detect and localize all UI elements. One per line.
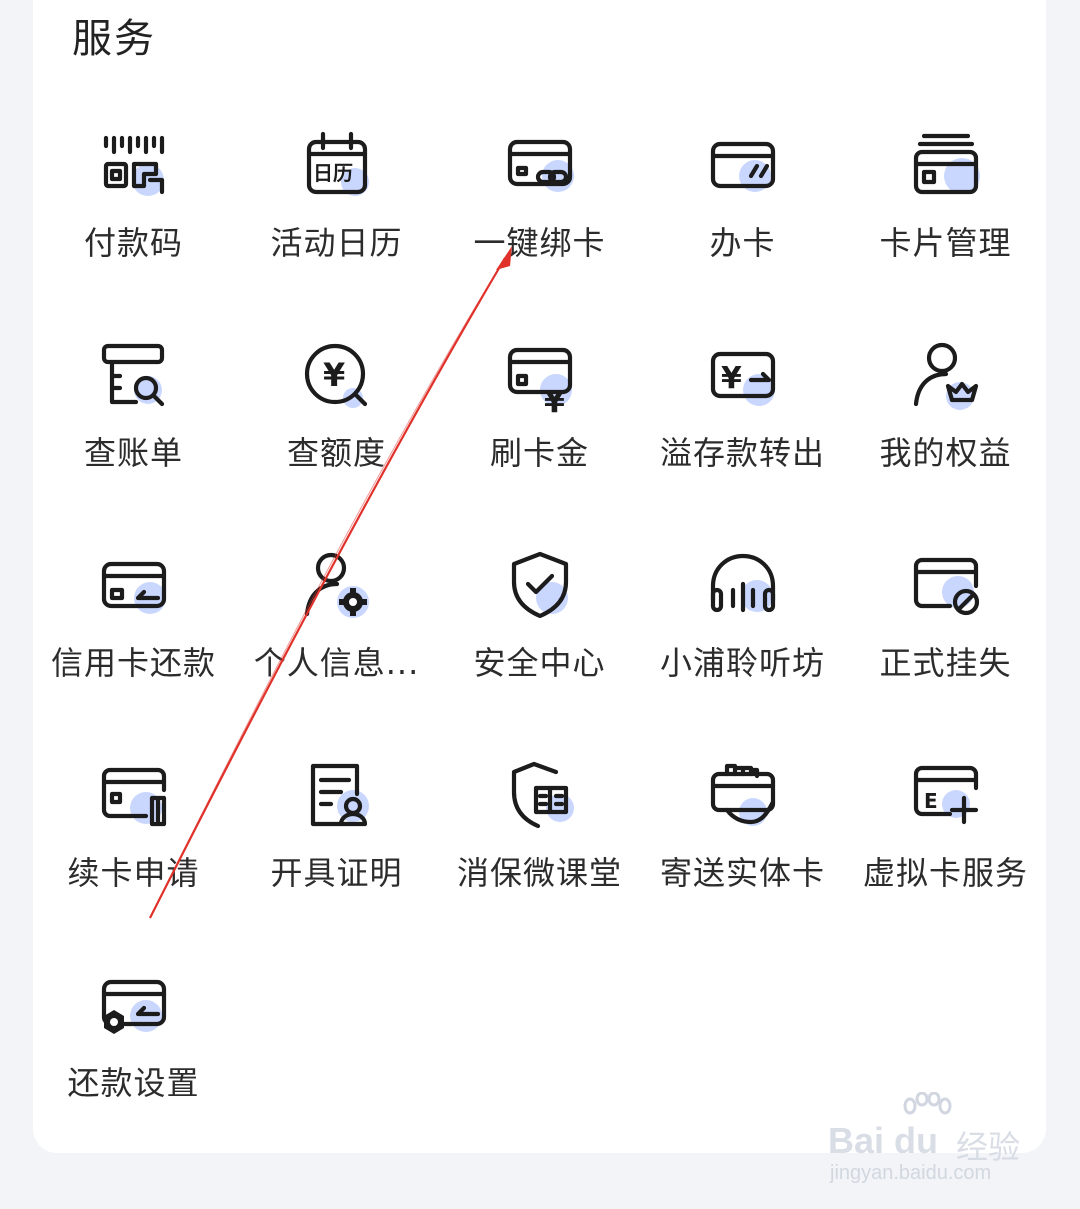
service-item[interactable]: 个人信息... — [235, 550, 438, 730]
service-item[interactable]: 小浦聆听坊 — [641, 550, 844, 730]
bill-search-icon — [98, 340, 170, 412]
service-item-label: 开具证明 — [270, 854, 403, 892]
service-item-label: 还款设置 — [67, 1064, 200, 1102]
service-item[interactable]: 安全中心 — [438, 550, 641, 730]
service-item-label: 寄送实体卡 — [659, 854, 825, 892]
card-renew-icon — [98, 760, 170, 832]
document-user-icon — [301, 760, 373, 832]
service-item[interactable]: E 虚拟卡服务 — [844, 760, 1047, 940]
svg-text:E: E — [924, 789, 938, 813]
user-settings-icon — [301, 550, 373, 622]
service-item[interactable]: 还款设置 — [32, 970, 235, 1150]
service-item-label: 正式挂失 — [879, 644, 1012, 682]
svg-text:¥: ¥ — [544, 385, 565, 420]
service-item-label: 消保微课堂 — [456, 854, 622, 892]
service-item-label: 我的权益 — [879, 434, 1012, 472]
user-crown-icon — [910, 340, 982, 412]
service-item-label: 查额度 — [286, 434, 386, 472]
service-item-label: 续卡申请 — [67, 854, 200, 892]
service-item-label: 办卡 — [709, 224, 776, 262]
card-apply-icon — [707, 130, 779, 202]
service-item[interactable]: 付款码 — [32, 130, 235, 310]
service-item[interactable]: 续卡申请 — [32, 760, 235, 940]
card-yuan-icon: ¥ — [504, 340, 576, 420]
service-item[interactable]: 查账单 — [32, 340, 235, 520]
calendar-icon: 日历 — [301, 130, 373, 202]
card-repay-icon — [98, 550, 170, 622]
section-title: 服务 — [72, 16, 156, 62]
barcode-qr-icon — [98, 130, 170, 202]
service-item[interactable]: 日历活动日历 — [235, 130, 438, 310]
service-item[interactable]: 信用卡还款 — [32, 550, 235, 730]
service-item[interactable]: ¥ 刷卡金 — [438, 340, 641, 520]
yuan-search-icon: ¥ — [301, 340, 373, 412]
service-item-label: 小浦聆听坊 — [659, 644, 825, 682]
card-stack-icon — [910, 130, 982, 202]
service-item[interactable]: 我的权益 — [844, 340, 1047, 520]
service-item[interactable]: 正式挂失 — [844, 550, 1047, 730]
card-link-icon — [504, 130, 576, 202]
svg-text:日历: 日历 — [313, 161, 353, 185]
watermark-url: jingyan.baidu.com — [830, 1162, 992, 1184]
card-repay-settings-icon — [98, 970, 170, 1042]
service-item-label: 查账单 — [83, 434, 183, 472]
service-item-label: 虚拟卡服务 — [862, 854, 1028, 892]
service-item-label: 安全中心 — [473, 644, 606, 682]
card-block-icon — [910, 550, 982, 622]
shield-check-icon — [504, 550, 576, 622]
service-item-label: 一键绑卡 — [473, 224, 606, 262]
virtual-card-add-icon: E — [910, 760, 982, 832]
service-item[interactable]: 卡片管理 — [844, 130, 1047, 310]
service-item[interactable]: 办卡 — [641, 130, 844, 310]
svg-text:¥: ¥ — [323, 356, 345, 394]
service-item[interactable]: ¥ 溢存款转出 — [641, 340, 844, 520]
card-hand-icon — [707, 760, 779, 832]
service-item-label: 刷卡金 — [489, 434, 589, 472]
service-item-label: 信用卡还款 — [50, 644, 216, 682]
shield-book-icon — [504, 760, 576, 832]
service-item-label: 卡片管理 — [879, 224, 1012, 262]
deposit-transfer-icon: ¥ — [707, 340, 779, 412]
service-item[interactable]: 开具证明 — [235, 760, 438, 940]
service-item-label: 活动日历 — [270, 224, 403, 262]
service-item[interactable]: 一键绑卡 — [438, 130, 641, 310]
service-item-label: 付款码 — [83, 224, 183, 262]
service-item[interactable]: 消保微课堂 — [438, 760, 641, 940]
service-item-label: 溢存款转出 — [659, 434, 825, 472]
headphones-icon — [707, 550, 779, 622]
svg-text:¥: ¥ — [721, 361, 742, 396]
service-item-label: 个人信息... — [253, 644, 420, 682]
service-item[interactable]: 寄送实体卡 — [641, 760, 844, 940]
service-item[interactable]: ¥ 查额度 — [235, 340, 438, 520]
